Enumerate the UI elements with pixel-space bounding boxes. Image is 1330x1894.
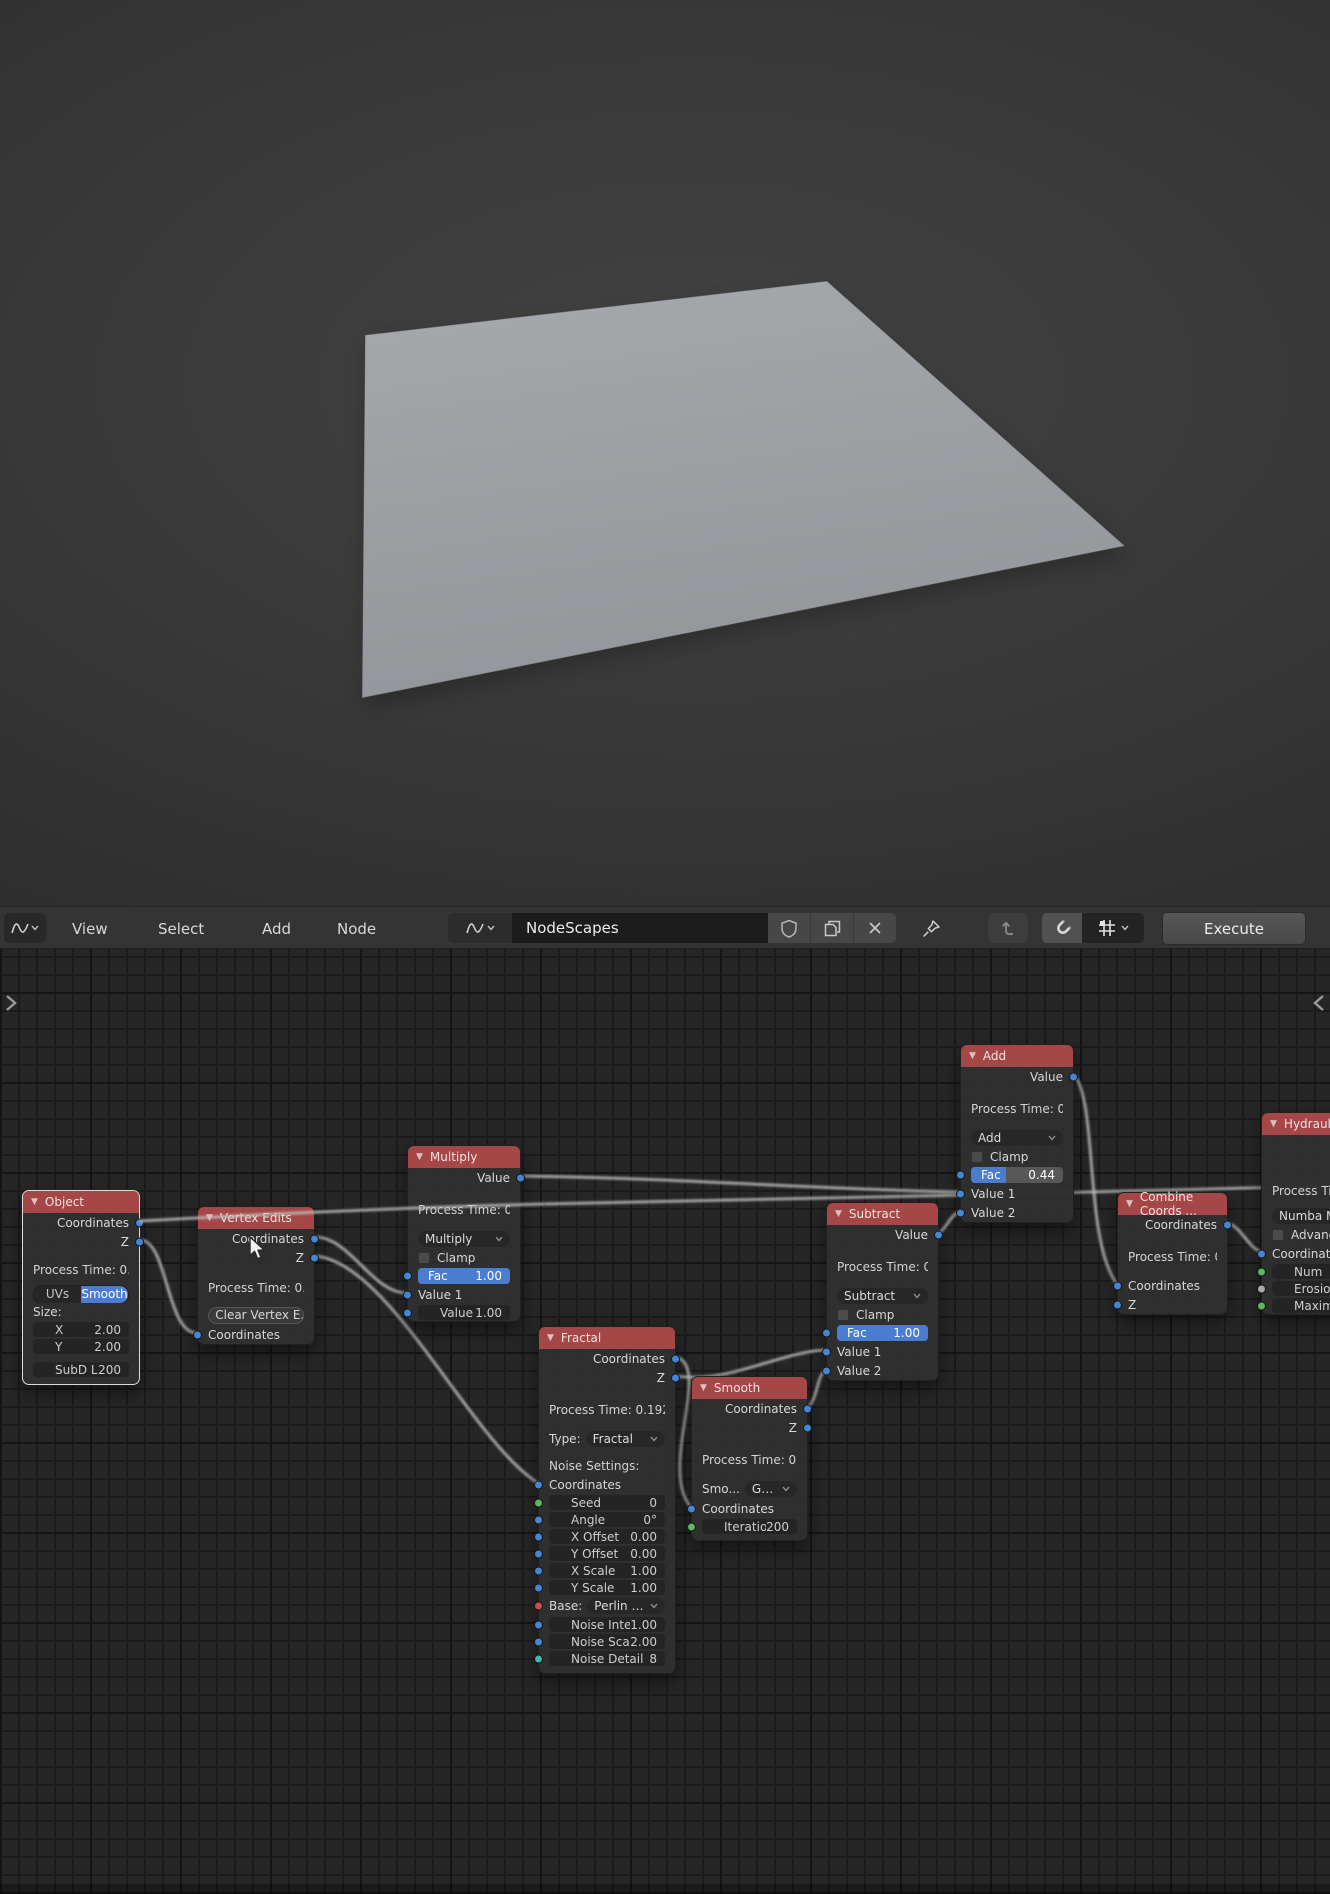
go-to-parent-button[interactable] (988, 913, 1028, 943)
editor-type-curve-icon (11, 920, 29, 936)
menu-node[interactable]: Node (327, 907, 386, 950)
plane-object (362, 281, 1125, 698)
close-icon (867, 920, 883, 936)
node-editor-canvas[interactable]: ▼ObjectCoordinatesZProcess Time: 0.01UVs… (0, 949, 1330, 1894)
nodetree-selector-button[interactable] (448, 913, 512, 943)
magnet-icon (1052, 918, 1073, 939)
nodetree-name-text: NodeScapes (526, 919, 619, 937)
dragged-link-0 (140, 1204, 545, 1221)
chevron-down-icon (1121, 925, 1129, 931)
sidebar-toggle-right[interactable] (1311, 992, 1328, 1018)
chevron-down-icon (31, 925, 39, 931)
chevron-down-icon (487, 925, 495, 931)
nodetree-selector-cluster: NodeScapes (448, 913, 896, 943)
editor-bottom-edge (0, 1884, 1330, 1894)
pin-icon (920, 918, 942, 940)
nodetree-name-field[interactable]: NodeScapes (512, 913, 768, 943)
menu-select[interactable]: Select (148, 907, 214, 950)
menu-add[interactable]: Add (252, 907, 301, 950)
dragged-link-layer (0, 949, 1330, 1894)
plane-mesh (0, 0, 1330, 906)
snap-toggle-button[interactable] (1042, 913, 1082, 943)
editor-type-button[interactable] (4, 913, 46, 943)
fake-user-button[interactable] (768, 913, 810, 943)
duplicate-icon (823, 919, 842, 938)
nodetree-action-group (768, 913, 896, 943)
snap-grid-icon (1097, 918, 1117, 938)
unlink-button[interactable] (853, 913, 896, 943)
pin-button[interactable] (916, 916, 946, 942)
menu-view[interactable]: View (62, 907, 118, 950)
menu-view-label: View (72, 920, 108, 938)
chevron-left-icon (1311, 992, 1328, 1014)
mouse-cursor (248, 1236, 272, 1262)
snapping-group (1042, 913, 1144, 943)
snap-mode-dropdown[interactable] (1082, 913, 1144, 943)
menu-node-label: Node (337, 920, 376, 938)
sidebar-toggle-left[interactable] (2, 992, 19, 1018)
menu-add-label: Add (262, 920, 291, 938)
parent-up-icon (998, 918, 1018, 938)
menu-select-label: Select (158, 920, 204, 938)
new-copy-button[interactable] (810, 913, 853, 943)
execute-button[interactable]: Execute (1162, 912, 1306, 945)
shield-icon (780, 919, 798, 938)
node-editor-header: View Select Add Node NodeScapes (0, 906, 1330, 949)
viewport-3d (0, 0, 1330, 906)
chevron-right-icon (2, 992, 19, 1014)
execute-label: Execute (1204, 920, 1264, 938)
nodetree-curve-icon (466, 920, 484, 936)
